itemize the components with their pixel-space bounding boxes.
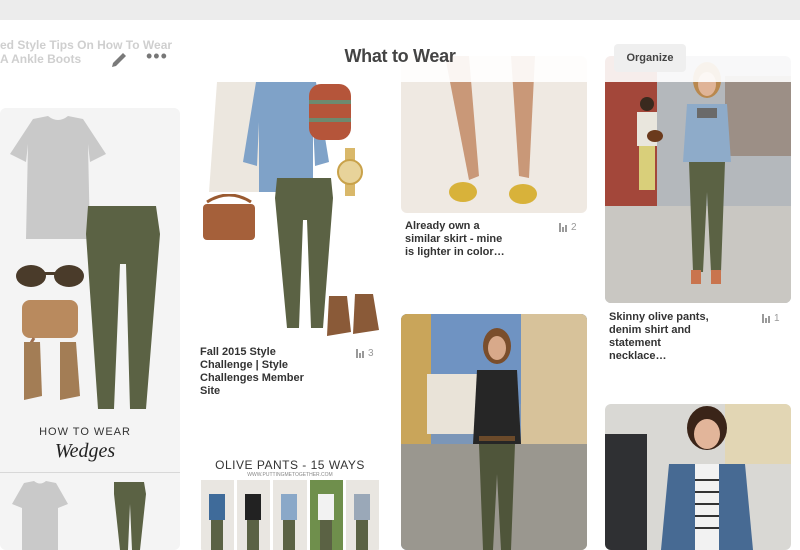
pin-wedges-image[interactable]: HOW TO WEAR Wedges [0,108,180,550]
outfit-thumb-pants [247,520,260,550]
olive15-banner-sub: WWW.PUTTINGMETOGETHER.COM [247,472,333,478]
pin-fall2015-caption[interactable]: Fall 2015 Style Challenge | Style Challe… [200,346,310,398]
outfit-thumb-top [353,494,370,520]
outfit-thumb [237,480,271,550]
pin-skinnyolive-count: 1 [762,313,780,324]
stats-icon [356,349,364,358]
wedges-banner-small: HOW TO WEAR [39,426,131,438]
outfit-thumb [201,480,235,550]
outfit-thumb [273,480,307,550]
pin-denimjacket-image[interactable] [605,404,791,550]
outfit-thumb [309,480,343,550]
brown-bag-shape [203,194,255,240]
board-header: ed Style Tips On How To Wear A Ankle Boo… [0,20,800,82]
outfit-thumb-pants [211,520,223,550]
outfit-thumb-top [209,494,225,520]
pin-skinnyolive-caption[interactable]: Skinny olive pants, denim shirt and stat… [609,311,721,363]
outfit-thumb-pants [283,520,296,550]
small-pants-shape [114,482,146,550]
crossbody-bag-shape [22,300,78,348]
ankle-boots-shape [24,342,80,400]
pin-fall2015-image[interactable] [197,82,383,338]
guitarist-shape [637,97,663,190]
wedges-divider [0,472,180,473]
stats-icon [559,223,567,232]
pin-skirt-caption[interactable]: Already own a similar skirt - mine is li… [405,220,511,259]
pin-skirt-count: 2 [559,222,577,233]
organize-button[interactable]: Organize [614,44,686,72]
stats-icon [762,314,770,323]
olive-pants-shape [86,206,160,409]
sunglasses-shape [16,265,84,287]
woman-jacket-shape [661,406,753,550]
pin-skinnyolive-repin-count: 1 [774,313,780,324]
woman-denim-shape [683,62,731,284]
woman-street-shape [473,328,521,550]
pin-fall2015-count: 3 [356,348,374,359]
pin-fall2015-repin-count: 3 [368,348,374,359]
olive15-outfits [201,480,380,550]
pin-olive15-image[interactable]: OLIVE PANTS - 15 WAYS WWW.PUTTINGMETOGET… [197,440,383,550]
pin-skinnyolive-image[interactable] [605,56,791,303]
outfit-thumb-top [245,494,262,520]
olive15-banner: OLIVE PANTS - 15 WAYS [215,458,365,472]
small-tee-shape [12,481,68,550]
outfit-thumb-top [317,494,334,520]
pin-streetstyle-image[interactable] [401,314,587,550]
fringe-boots-shape [327,294,379,336]
parked-car [605,434,647,550]
pin-skirt-repin-count: 2 [571,222,577,233]
plaid-scarf-shape [309,84,351,140]
outfit-thumb-top [281,494,298,520]
browser-top-bar [0,0,800,20]
wedges-banner-large: Wedges [54,440,116,462]
outfit-thumb [345,480,380,550]
watch-shape [337,148,363,196]
outfit-thumb-pants [355,520,368,550]
outfit-thumb-pants [319,520,332,550]
